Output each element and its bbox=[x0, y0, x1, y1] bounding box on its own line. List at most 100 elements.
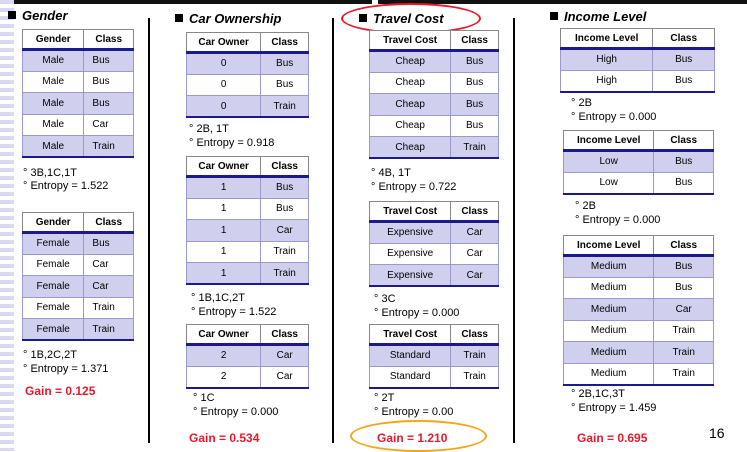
table-cell: Expensive bbox=[368, 242, 452, 265]
medium-counts: ° 2B,1C,3T bbox=[571, 388, 625, 400]
table-car-owner-2: Car Owner Class 2 Car 2 Car bbox=[185, 324, 309, 389]
column-header: Class bbox=[450, 201, 499, 223]
cheap-entropy: ° Entropy = 0.722 bbox=[371, 181, 457, 193]
table-car-owner-1: Car Owner Class 1 Bus 1 Bus 1 Car 1 Train 1 Train bbox=[185, 156, 309, 285]
table-cell: Female bbox=[21, 275, 85, 298]
table-cell: Car bbox=[83, 253, 134, 276]
table-row: Female Train bbox=[21, 318, 134, 341]
car2-entropy: ° Entropy = 0.000 bbox=[193, 406, 279, 418]
table-row: 0 Bus bbox=[185, 52, 309, 75]
slide-left-stripe bbox=[0, 0, 14, 451]
column-header: Income Level bbox=[559, 28, 654, 50]
table-cell: Bus bbox=[260, 73, 309, 96]
table-header-row: Income Level Class bbox=[559, 28, 715, 50]
table-row: Cheap Bus bbox=[368, 93, 499, 116]
table-cell: Car bbox=[653, 298, 714, 321]
table-cell: Bus bbox=[83, 49, 134, 72]
table-cell: Train bbox=[653, 362, 714, 386]
table-cell: Cheap bbox=[368, 114, 452, 137]
table-row: 0 Bus bbox=[185, 73, 309, 96]
male-counts: ° 3B,1C,1T bbox=[23, 167, 77, 179]
heading-income-level: Income Level bbox=[550, 9, 646, 24]
table-row: Expensive Car bbox=[368, 242, 499, 265]
table-cell: 1 bbox=[185, 176, 262, 199]
column-header: Gender bbox=[21, 29, 85, 51]
table-row: 1 Train bbox=[185, 240, 309, 263]
table-cell: Car bbox=[450, 264, 499, 287]
table-row: Expensive Car bbox=[368, 264, 499, 287]
table-cell: Train bbox=[260, 95, 309, 118]
table-header-row: Income Level Class bbox=[562, 235, 714, 257]
table-cell: Bus bbox=[83, 92, 134, 115]
table-row: Cheap Bus bbox=[368, 71, 499, 94]
table-gender-female: Gender Class Female Bus Female Car Female Car Fe… bbox=[21, 212, 134, 341]
gain-travel-cost: Gain = 1.210 bbox=[377, 431, 448, 445]
column-header: Class bbox=[260, 324, 309, 346]
column-header: Class bbox=[83, 212, 134, 234]
table-header-row: Income Level Class bbox=[562, 130, 714, 152]
table-cell: Male bbox=[21, 113, 85, 136]
table-cell: Standard bbox=[368, 365, 452, 389]
table-cell: Bus bbox=[652, 69, 715, 93]
table-cell: Car bbox=[450, 221, 499, 244]
table-cell: Car bbox=[260, 344, 309, 367]
table-cell: Bus bbox=[652, 48, 715, 71]
column-divider bbox=[332, 18, 334, 443]
page-number: 16 bbox=[709, 425, 725, 441]
table-cell: Train bbox=[83, 135, 134, 158]
table-cell: Cheap bbox=[368, 93, 452, 116]
table-income-low: Income Level Class Low Bus Low Bus bbox=[562, 130, 714, 195]
table-cell: Train bbox=[260, 262, 309, 285]
table-row: Male Bus bbox=[21, 70, 134, 93]
table-cell: Expensive bbox=[368, 264, 452, 287]
table-cell: Male bbox=[21, 49, 85, 72]
table-cell: Bus bbox=[450, 114, 499, 137]
table-row: Medium Bus bbox=[562, 276, 714, 299]
table-gender-male: Gender Class Male Bus Male Bus Male Bus Male Car M… bbox=[21, 29, 134, 158]
table-cell: Medium bbox=[562, 362, 655, 386]
table-row: Male Train bbox=[21, 135, 134, 158]
standard-counts: ° 2T bbox=[374, 392, 395, 404]
table-header-row: Gender Class bbox=[21, 212, 134, 234]
table-income-high: Income Level Class High Bus High Bus bbox=[559, 28, 715, 93]
table-cell: Low bbox=[562, 171, 655, 195]
table-header-row: Travel Cost Class bbox=[368, 30, 499, 52]
bullet-square-icon bbox=[175, 14, 183, 22]
table-cell: Car bbox=[260, 365, 309, 389]
table-cell: Bus bbox=[83, 232, 134, 255]
table-cell: Train bbox=[83, 296, 134, 319]
cheap-counts: ° 4B, 1T bbox=[371, 167, 411, 179]
table-row: Female Car bbox=[21, 253, 134, 276]
table-cell: Female bbox=[21, 253, 85, 276]
table-cell: 1 bbox=[185, 197, 262, 220]
expensive-counts: ° 3C bbox=[374, 293, 396, 305]
column-header: Travel Cost bbox=[368, 201, 452, 223]
column-header: Car Owner bbox=[185, 156, 262, 178]
column-header: Car Owner bbox=[185, 32, 262, 54]
column-header: Travel Cost bbox=[368, 324, 452, 346]
table-cell: Female bbox=[21, 318, 85, 341]
table-header-row: Car Owner Class bbox=[185, 156, 309, 178]
table-row: Medium Train bbox=[562, 319, 714, 342]
heading-gender: Gender bbox=[8, 8, 68, 23]
table-cell: 2 bbox=[185, 365, 262, 389]
table-row: Medium Train bbox=[562, 341, 714, 364]
table-cell: Bus bbox=[450, 93, 499, 116]
table-cell: Bus bbox=[450, 71, 499, 94]
table-header-row: Car Owner Class bbox=[185, 32, 309, 54]
table-row: Female Bus bbox=[21, 232, 134, 255]
car1-counts: ° 1B,1C,2T bbox=[191, 292, 245, 304]
column-header: Class bbox=[260, 32, 309, 54]
column-header: Car Owner bbox=[185, 324, 262, 346]
table-cell: Standard bbox=[368, 344, 452, 367]
table-cell: Medium bbox=[562, 276, 655, 299]
table-cell: Car bbox=[83, 275, 134, 298]
bullet-square-icon bbox=[359, 14, 367, 22]
table-cell: High bbox=[559, 69, 654, 93]
table-cell: 0 bbox=[185, 52, 262, 75]
table-cell: Bus bbox=[83, 70, 134, 93]
table-travel-cost-expensive: Travel Cost Class Expensive Car Expensive Car… bbox=[368, 201, 499, 287]
table-cell: Train bbox=[83, 318, 134, 341]
table-row: 1 Bus bbox=[185, 197, 309, 220]
table-cell: Train bbox=[260, 240, 309, 263]
